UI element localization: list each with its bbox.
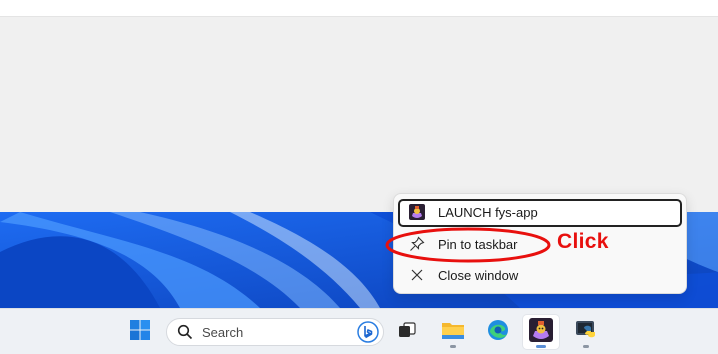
app-window-area <box>0 17 718 212</box>
task-view-icon <box>397 320 417 345</box>
menu-item-pin-to-taskbar[interactable]: Pin to taskbar <box>398 231 682 259</box>
windows-start-icon <box>129 319 151 346</box>
file-explorer-button[interactable] <box>435 315 471 349</box>
app-icon <box>409 204 425 220</box>
fys-app-button[interactable] <box>523 315 559 349</box>
menu-item-launch-app[interactable]: LAUNCH fys-app <box>398 199 682 227</box>
running-indicator <box>450 345 456 348</box>
taskbar: Search <box>0 308 718 354</box>
start-button[interactable] <box>122 315 158 349</box>
file-explorer-icon <box>441 319 465 346</box>
task-view-button[interactable] <box>389 315 425 349</box>
running-indicator <box>583 345 589 348</box>
menu-item-label: Close window <box>438 268 519 283</box>
pin-icon <box>409 236 425 252</box>
annotation-click-label: Click <box>557 230 609 253</box>
menu-item-label: LAUNCH fys-app <box>438 205 538 220</box>
search-icon <box>177 324 193 340</box>
search-placeholder: Search <box>202 325 244 340</box>
fys-app-icon <box>529 317 553 347</box>
edge-button[interactable] <box>480 315 516 349</box>
close-icon <box>409 267 425 283</box>
context-menu: LAUNCH fys-app Pin to taskbar Close wind… <box>393 193 687 294</box>
taskbar-search-box[interactable]: Search <box>166 318 384 346</box>
edge-icon <box>487 319 509 346</box>
python-button[interactable] <box>568 315 604 349</box>
window-top-bar <box>0 0 718 17</box>
menu-item-label: Pin to taskbar <box>438 237 518 252</box>
active-indicator <box>536 345 546 348</box>
python-icon <box>575 319 597 346</box>
menu-item-close-window[interactable]: Close window <box>398 262 682 290</box>
bing-icon[interactable] <box>357 321 379 343</box>
